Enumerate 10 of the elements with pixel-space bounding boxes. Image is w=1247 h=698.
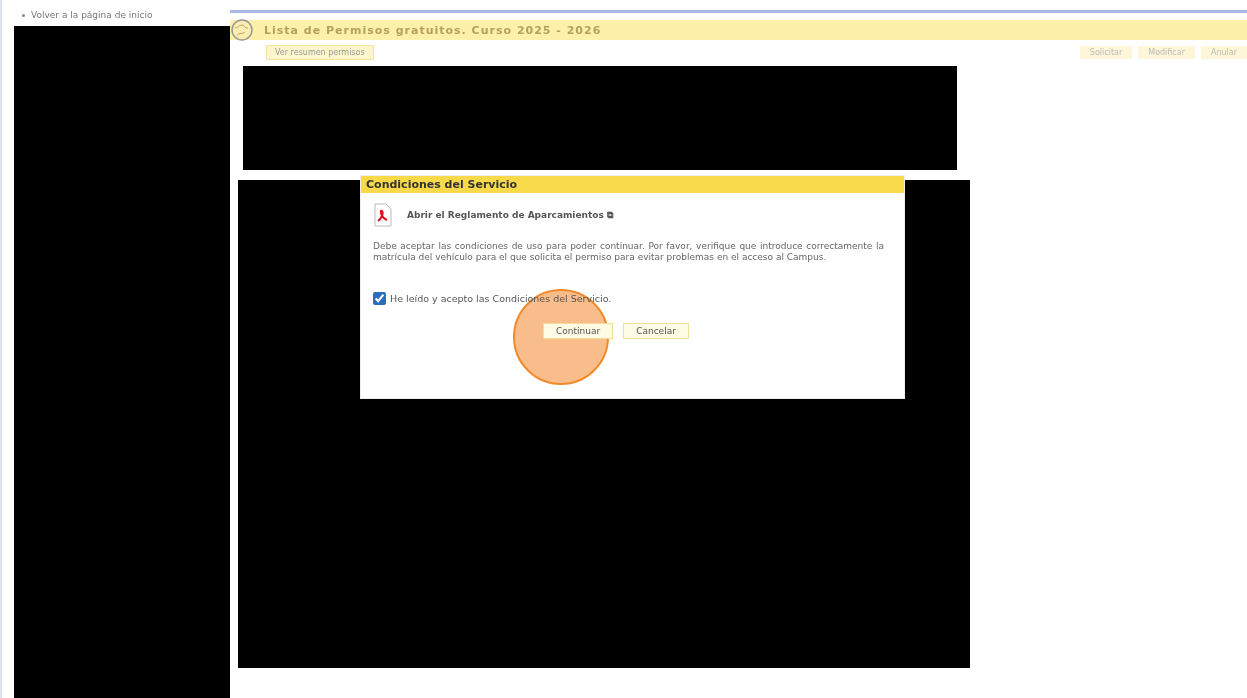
- terms-message: Debe aceptar las condiciones de uso para poder continuar. Por favor, verifique que introduce correctamente la matrícula del vehículo para el que solicita el permiso para evitar problemas en el acceso al Campus.: [373, 241, 884, 264]
- dialog-title: Condiciones del Servicio: [361, 176, 904, 193]
- tab[interactable]: Ver resumen permisos: [266, 45, 374, 60]
- accept-checkbox[interactable]: [373, 291, 386, 305]
- back-link[interactable]: Volver a la página de inicio: [31, 10, 153, 20]
- page-title: Lista de Permisos gratuitos. Curso 2025 - 2026: [264, 23, 602, 37]
- regulations-link[interactable]: Abrir el Reglamento de Aparcamientos ⧉: [407, 209, 613, 221]
- dialog-button[interactable]: Cancelar: [623, 322, 689, 339]
- pdf-icon: [373, 203, 393, 227]
- bullet-icon: [22, 13, 25, 17]
